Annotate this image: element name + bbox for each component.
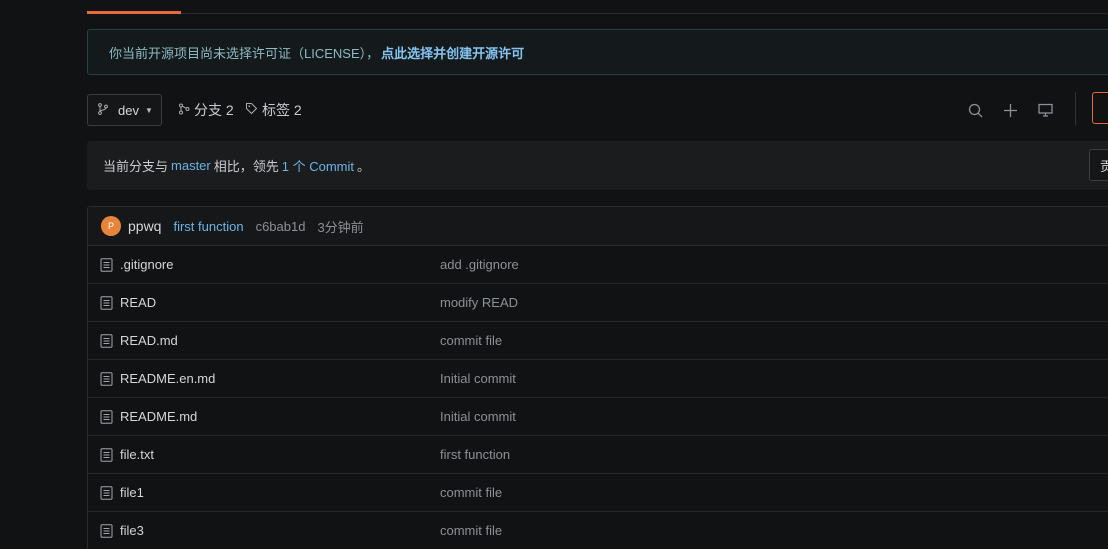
compare-suffix: 。 <box>357 159 371 174</box>
table-row[interactable]: README.md Initial commit <box>88 398 1108 436</box>
tags-link[interactable]: 标签 2 <box>245 94 302 126</box>
current-branch-label: dev <box>118 102 139 118</box>
file-commit-message[interactable]: add .gitignore <box>440 257 519 272</box>
license-banner: 你当前开源项目尚未选择许可证（LICENSE）， 点此选择并创建开源许可 <box>87 29 1108 75</box>
file-icon <box>100 486 113 500</box>
file-commit-message[interactable]: commit file <box>440 523 502 538</box>
contribute-button[interactable]: 贡 <box>1089 149 1108 181</box>
file-name-link[interactable]: file3 <box>120 523 144 538</box>
file-commit-message[interactable]: commit file <box>440 485 502 500</box>
file-name-link[interactable]: READ.md <box>120 333 178 348</box>
file-commit-message[interactable]: Initial commit <box>440 371 516 386</box>
table-row[interactable]: file1 commit file <box>88 474 1108 512</box>
latest-commit-header: P ppwq first function c6bab1d 3分钟前 <box>88 207 1108 246</box>
file-name-link[interactable]: .gitignore <box>120 257 173 272</box>
table-row[interactable]: file.txt first function <box>88 436 1108 474</box>
file-icon <box>100 258 113 272</box>
branch-icon <box>178 102 190 118</box>
license-banner-text: 你当前开源项目尚未选择许可证（LICENSE）， <box>109 45 380 61</box>
file-name-link[interactable]: README.en.md <box>120 371 215 386</box>
file-list: P ppwq first function c6bab1d 3分钟前 .giti… <box>87 206 1108 549</box>
table-row[interactable]: READ.md commit file <box>88 322 1108 360</box>
branches-count-label: 分支 2 <box>194 102 234 118</box>
file-icon <box>100 372 113 386</box>
file-commit-message[interactable]: first function <box>440 447 510 462</box>
add-icon[interactable] <box>1001 101 1019 119</box>
file-name-link[interactable]: file.txt <box>120 447 154 462</box>
file-commit-message[interactable]: commit file <box>440 333 502 348</box>
table-row[interactable]: file3 commit file <box>88 512 1108 549</box>
branch-icon <box>97 102 109 118</box>
compare-prefix: 当前分支与 <box>103 159 169 174</box>
file-commit-message[interactable]: Initial commit <box>440 409 516 424</box>
table-row[interactable]: README.en.md Initial commit <box>88 360 1108 398</box>
file-name-link[interactable]: README.md <box>120 409 197 424</box>
compare-middle: 相比，领先 <box>213 159 279 174</box>
file-name-link[interactable]: file1 <box>120 485 144 500</box>
commit-author[interactable]: ppwq <box>128 218 161 234</box>
commit-time: 3分钟前 <box>317 219 364 235</box>
chevron-down-icon: ▼ <box>144 105 153 115</box>
file-name-link[interactable]: READ <box>120 295 156 310</box>
monitor-icon[interactable] <box>1036 101 1054 119</box>
file-icon <box>100 448 113 462</box>
file-icon <box>100 296 113 310</box>
create-license-link[interactable]: 点此选择并创建开源许可 <box>381 43 524 62</box>
tags-count-label: 标签 2 <box>262 102 302 118</box>
branch-compare-bar: 当前分支与 master 相比，领先 1 个 Commit 。 <box>87 141 1108 190</box>
tab-strip <box>87 0 1108 14</box>
repo-toolbar: dev ▼ 分支 2 标签 2 <box>87 92 1108 126</box>
commit-sha[interactable]: c6bab1d <box>256 219 306 234</box>
avatar[interactable]: P <box>101 216 121 236</box>
table-row[interactable]: .gitignore add .gitignore <box>88 246 1108 284</box>
branch-selector[interactable]: dev ▼ <box>87 94 162 126</box>
toolbar-divider <box>1075 92 1076 126</box>
file-icon <box>100 334 113 348</box>
repo-page: 你当前开源项目尚未选择许可证（LICENSE）， 点此选择并创建开源许可 dev… <box>0 0 1108 549</box>
ahead-commits-link[interactable]: 1 个 Commit <box>282 156 354 175</box>
file-commit-message[interactable]: modify READ <box>440 295 518 310</box>
search-icon[interactable] <box>966 101 984 119</box>
table-row[interactable]: READ modify READ <box>88 284 1108 322</box>
tag-icon <box>245 102 258 118</box>
commit-message-link[interactable]: first function <box>173 219 243 234</box>
branches-link[interactable]: 分支 2 <box>178 94 234 126</box>
base-branch-link[interactable]: master <box>171 158 211 173</box>
file-icon <box>100 524 113 538</box>
clone-download-button[interactable] <box>1092 92 1108 124</box>
file-icon <box>100 410 113 424</box>
contribute-button-label: 贡 <box>1100 158 1108 174</box>
active-tab-indicator <box>87 11 181 14</box>
